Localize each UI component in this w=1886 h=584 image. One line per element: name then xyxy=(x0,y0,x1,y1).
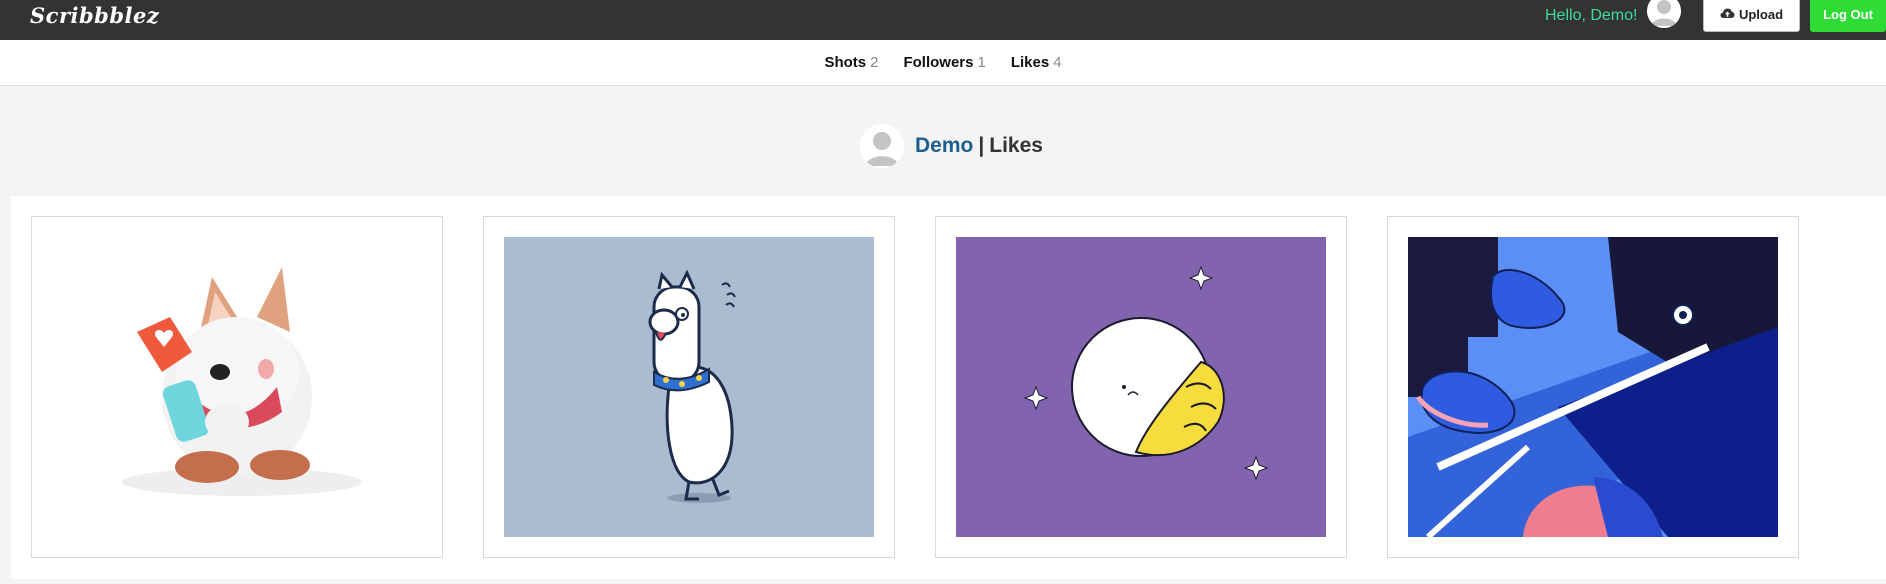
tab-label: Followers xyxy=(903,54,974,71)
top-navbar: Scribbblez Hello, Demo! Upload Log Out xyxy=(0,0,1886,40)
app-logo[interactable]: Scribbblez xyxy=(30,3,159,28)
tab-count: 4 xyxy=(1053,54,1062,71)
section-title: Likes xyxy=(989,134,1043,157)
shot-thumbnail-sneakers[interactable] xyxy=(1408,237,1778,537)
page-gutter xyxy=(0,196,11,584)
tab-likes[interactable]: Likes 4 xyxy=(1011,54,1062,71)
tab-shots[interactable]: Shots 2 xyxy=(824,54,878,71)
logout-button[interactable]: Log Out xyxy=(1810,0,1886,32)
shot-thumbnail-moon[interactable] xyxy=(956,237,1326,537)
profile-heading: Demo | Likes xyxy=(860,124,1043,168)
tab-label: Likes xyxy=(1010,54,1050,71)
tab-count: 1 xyxy=(977,54,986,71)
shot-card[interactable] xyxy=(483,216,895,558)
profile-tabs: Shots 2 Followers 1 Likes 4 xyxy=(0,40,1886,86)
upload-button[interactable]: Upload xyxy=(1703,0,1800,32)
profile-name-link[interactable]: Demo xyxy=(915,134,973,158)
page-gutter-bottom xyxy=(0,579,1886,584)
title-separator: | xyxy=(978,134,985,157)
user-avatar-icon[interactable] xyxy=(1647,0,1681,28)
tab-label: Shots xyxy=(824,54,867,71)
greeting-text: Hello, Demo! xyxy=(1545,7,1638,24)
shot-card[interactable] xyxy=(31,216,443,558)
shot-card[interactable] xyxy=(935,216,1347,558)
shot-thumbnail-llama[interactable] xyxy=(504,237,874,537)
shot-card[interactable] xyxy=(1387,216,1799,558)
profile-avatar-icon[interactable] xyxy=(860,124,904,168)
tab-count: 2 xyxy=(870,54,879,71)
shot-thumbnail-corgi[interactable] xyxy=(52,237,422,537)
upload-label: Upload xyxy=(1738,6,1784,22)
cloud-upload-icon xyxy=(1720,7,1735,22)
tab-followers[interactable]: Followers 1 xyxy=(903,54,985,71)
